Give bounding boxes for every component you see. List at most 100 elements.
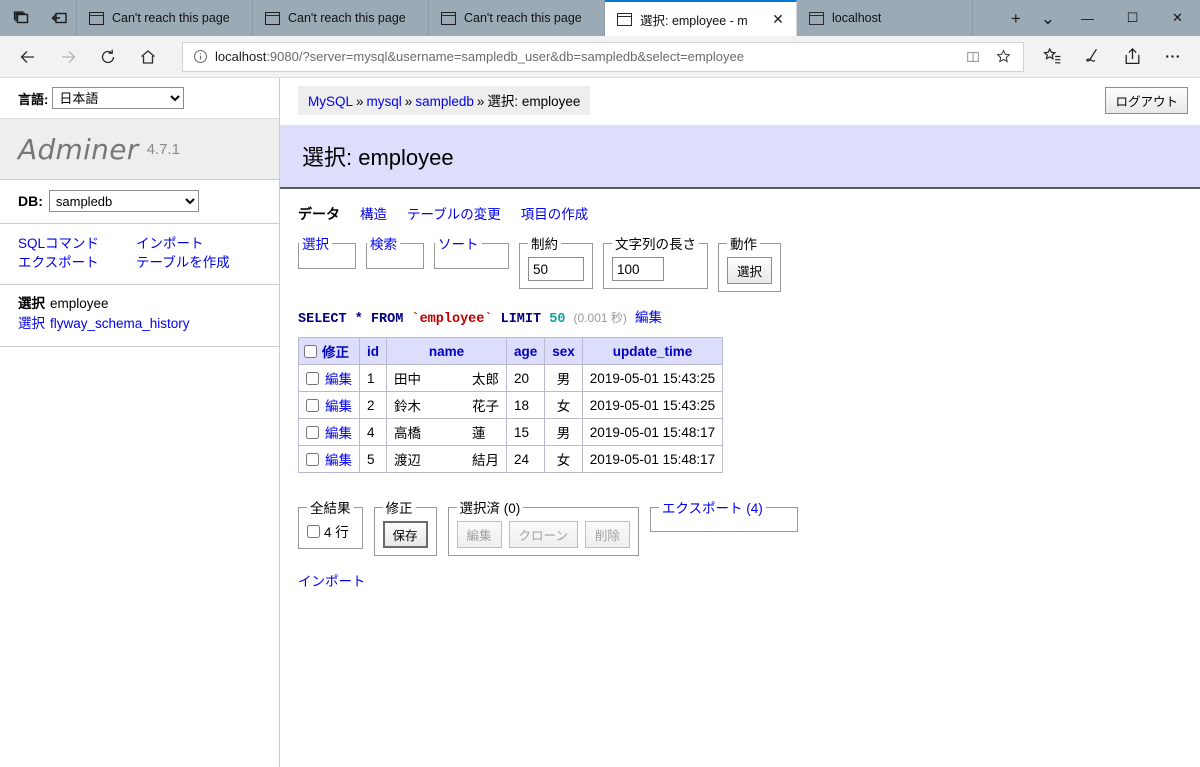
sql-backtick-open: ` (411, 312, 420, 327)
cell-sex: 男 (544, 418, 583, 446)
page-icon (809, 11, 824, 25)
column-header-sex[interactable]: sex (544, 337, 583, 365)
fieldset-search-legend: 検索 (367, 233, 400, 253)
adminer-logo: Adminer (18, 132, 139, 166)
close-window-icon[interactable]: ✕ (1155, 0, 1200, 36)
row-edit-link[interactable]: 編集 (325, 395, 352, 415)
select-toggle-link[interactable]: 選択 (302, 237, 329, 252)
favorite-star-icon[interactable] (989, 44, 1017, 70)
all-results-checkbox[interactable] (307, 524, 320, 538)
fieldset-modify: 修正 保存 (373, 497, 437, 556)
refresh-icon[interactable] (88, 40, 128, 74)
sql-backtick-close: ` (484, 312, 493, 327)
limit-input[interactable] (528, 257, 584, 281)
fieldset-selected-legend: 選択済 (0) (459, 501, 521, 516)
cell-id: 4 (359, 418, 387, 446)
row-checkbox[interactable] (306, 371, 319, 385)
query-fieldsets: 選択 検索 ソート 制約 文字列の長さ (298, 233, 1200, 292)
language-label: 言語: (18, 91, 49, 107)
browser-tab[interactable]: Can't reach this page (429, 0, 605, 36)
tab-structure[interactable]: 構造 (360, 207, 387, 222)
minimize-icon[interactable]: — (1065, 0, 1110, 36)
browser-tab[interactable]: Can't reach this page (77, 0, 253, 36)
new-tab-icon[interactable]: + (1011, 10, 1021, 27)
close-tab-icon[interactable]: ✕ (770, 11, 786, 27)
sidebar-table-item-employee[interactable]: 選択 employee (18, 294, 279, 314)
page-icon (89, 11, 104, 25)
browser-tab-active[interactable]: 選択: employee - m ✕ (605, 0, 797, 36)
tab-data[interactable]: データ (298, 206, 340, 222)
tab-alter-table[interactable]: テーブルの変更 (407, 207, 501, 222)
favorites-hub-icon[interactable] (1032, 40, 1072, 74)
home-icon[interactable] (128, 40, 168, 74)
tab-create-item[interactable]: 項目の作成 (521, 207, 589, 222)
sidebar-link-import[interactable]: インポート (136, 234, 204, 253)
delete-selected-button[interactable]: 削除 (584, 521, 630, 548)
row-edit-link[interactable]: 編集 (325, 449, 352, 469)
forward-icon[interactable] (48, 40, 88, 74)
sidebar-link-sql-command[interactable]: SQLコマンド (18, 234, 136, 253)
sidebar-links-row: SQLコマンド インポート (18, 234, 279, 253)
select-submit-button[interactable]: 選択 (727, 257, 773, 284)
column-header-update-time[interactable]: update_time (581, 337, 724, 365)
sql-edit-link[interactable]: 編集 (635, 310, 662, 325)
search-toggle-link[interactable]: 検索 (370, 237, 397, 252)
breadcrumb-link-database[interactable]: sampledb (415, 94, 474, 109)
back-icon[interactable] (8, 40, 48, 74)
set-aside-tabs-icon[interactable] (48, 7, 70, 29)
sidebar-link-create-table[interactable]: テーブルを作成 (136, 253, 230, 272)
address-bar[interactable]: localhost:9080/?server=mysql&username=sa… (182, 41, 1024, 72)
sql-keyword-limit: LIMIT (500, 312, 542, 327)
fieldset-action: 動作 選択 (718, 233, 782, 292)
row-checkbox[interactable] (306, 425, 319, 439)
page-icon (441, 11, 456, 25)
settings-more-icon[interactable] (1152, 40, 1192, 74)
edit-selected-button[interactable]: 編集 (456, 521, 502, 548)
column-header-name[interactable]: name (386, 337, 507, 365)
text-length-input[interactable] (612, 257, 664, 281)
import-link[interactable]: インポート (298, 574, 366, 589)
maximize-icon[interactable]: ☐ (1110, 0, 1155, 36)
column-header-modify-label: 修正 (322, 345, 349, 360)
fieldset-limit-legend: 制約 (531, 237, 558, 252)
chevron-down-icon[interactable]: ⌄ (1041, 10, 1055, 27)
row-edit-link[interactable]: 編集 (325, 422, 352, 442)
cell-id: 1 (359, 364, 387, 392)
browser-tab[interactable]: Can't reach this page (253, 0, 429, 36)
sidebar-table-item-flyway[interactable]: 選択 flyway_schema_history (18, 314, 279, 334)
sort-toggle-link[interactable]: ソート (438, 237, 479, 252)
cell-update-time: 2019-05-01 15:48:17 (581, 445, 724, 473)
rows-count: 4 行 (307, 521, 354, 541)
db-select[interactable]: sampledb (48, 190, 199, 212)
clone-selected-button[interactable]: クローン (508, 521, 578, 548)
reading-view-icon[interactable] (959, 44, 987, 70)
cell-name-first: 太郎 (472, 372, 499, 387)
browser-tab[interactable]: localhost (797, 0, 973, 36)
rows-count-label: 4 行 (324, 525, 349, 540)
table-name-link[interactable]: flyway_schema_history (50, 316, 190, 331)
share-icon[interactable] (1112, 40, 1152, 74)
column-header-id[interactable]: id (359, 337, 387, 365)
column-header-age[interactable]: age (505, 337, 546, 365)
select-link[interactable]: 選択 (18, 316, 45, 331)
row-checkbox[interactable] (306, 398, 319, 412)
cell-sex: 女 (544, 445, 583, 473)
select-all-checkbox[interactable] (304, 344, 317, 358)
export-link[interactable]: エクスポート (4) (662, 501, 763, 516)
row-checkbox[interactable] (306, 452, 319, 466)
breadcrumb-link-server[interactable]: mysql (367, 94, 402, 109)
logout-button[interactable]: ログアウト (1105, 87, 1188, 114)
tab-preview-icon[interactable] (10, 7, 32, 29)
breadcrumb-link-mysql[interactable]: MySQL (308, 94, 353, 109)
column-header-modify: 修正 (298, 337, 360, 365)
cell-sex: 男 (544, 364, 583, 392)
save-button[interactable]: 保存 (382, 521, 428, 548)
sidebar-link-export[interactable]: エクスポート (18, 253, 136, 272)
result-table: 修正 id name age sex update_time 編集 1 田中 太… (298, 337, 724, 473)
row-edit-link[interactable]: 編集 (325, 368, 352, 388)
cell-update-time: 2019-05-01 15:48:17 (581, 418, 724, 446)
fieldset-all-results: 全結果 4 行 (298, 497, 363, 549)
site-info-icon[interactable] (189, 46, 211, 68)
language-select[interactable]: 日本語 (52, 87, 185, 109)
web-note-icon[interactable] (1072, 40, 1112, 74)
